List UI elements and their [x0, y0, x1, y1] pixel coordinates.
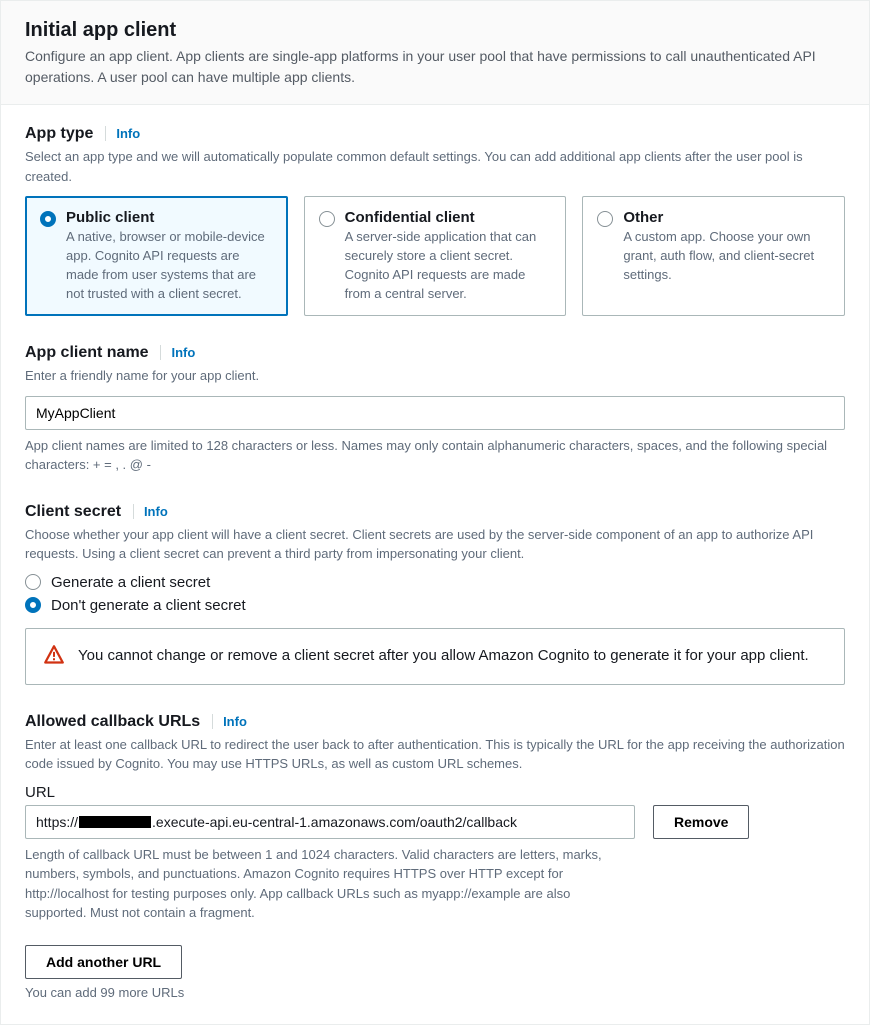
app-client-name-input[interactable] — [25, 396, 845, 430]
tile-title: Public client — [66, 209, 273, 226]
callback-urls-info-link[interactable]: Info — [212, 714, 247, 729]
add-url-button[interactable]: Add another URL — [25, 945, 182, 979]
tile-other[interactable]: Other A custom app. Choose your own gran… — [582, 196, 845, 316]
radio-dont-generate-secret[interactable]: Don't generate a client secret — [25, 597, 845, 614]
client-secret-warning: You cannot change or remove a client sec… — [25, 628, 845, 685]
page-subtitle: Configure an app client. App clients are… — [25, 46, 845, 88]
radio-label: Don't generate a client secret — [51, 597, 246, 614]
app-type-helper: Select an app type and we will automatic… — [25, 147, 845, 186]
tile-title: Confidential client — [345, 209, 552, 226]
remove-url-button[interactable]: Remove — [653, 805, 749, 839]
app-type-info-link[interactable]: Info — [105, 126, 140, 141]
callback-url-constraint: Length of callback URL must be between 1… — [25, 845, 635, 923]
page-title: Initial app client — [25, 19, 845, 42]
client-secret-info-link[interactable]: Info — [133, 504, 168, 519]
panel-header: Initial app client Configure an app clie… — [1, 1, 869, 105]
app-type-tiles: Public client A native, browser or mobil… — [25, 196, 845, 316]
warning-icon — [44, 645, 64, 668]
callback-urls-helper: Enter at least one callback URL to redir… — [25, 735, 845, 774]
callback-urls-title: Allowed callback URLs — [25, 713, 200, 730]
section-client-secret: Client secret Info Choose whether your a… — [25, 503, 845, 685]
radio-generate-secret[interactable]: Generate a client secret — [25, 574, 845, 591]
tile-title: Other — [623, 209, 830, 226]
app-client-name-helper: Enter a friendly name for your app clien… — [25, 366, 845, 386]
radio-icon — [25, 574, 41, 590]
radio-icon — [40, 211, 56, 227]
app-client-name-info-link[interactable]: Info — [160, 345, 195, 360]
radio-icon — [25, 597, 41, 613]
warning-text: You cannot change or remove a client sec… — [78, 645, 809, 668]
section-app-type: App type Info Select an app type and we … — [25, 125, 845, 316]
radio-icon — [597, 211, 613, 227]
app-client-name-constraint: App client names are limited to 128 char… — [25, 436, 845, 475]
section-app-client-name: App client name Info Enter a friendly na… — [25, 344, 845, 475]
tile-desc: A custom app. Choose your own grant, aut… — [623, 228, 830, 285]
initial-app-client-panel: Initial app client Configure an app clie… — [0, 0, 870, 1025]
tile-confidential-client[interactable]: Confidential client A server-side applic… — [304, 196, 567, 316]
app-type-title: App type — [25, 125, 93, 142]
radio-label: Generate a client secret — [51, 574, 210, 591]
section-callback-urls: Allowed callback URLs Info Enter at leas… — [25, 713, 845, 1000]
client-secret-title: Client secret — [25, 503, 121, 520]
tile-desc: A native, browser or mobile-device app. … — [66, 228, 273, 303]
app-client-name-title: App client name — [25, 344, 149, 361]
url-field-label: URL — [25, 784, 845, 801]
client-secret-helper: Choose whether your app client will have… — [25, 525, 845, 564]
add-url-note: You can add 99 more URLs — [25, 985, 845, 1000]
radio-icon — [319, 211, 335, 227]
tile-desc: A server-side application that can secur… — [345, 228, 552, 303]
callback-url-input[interactable] — [25, 805, 635, 839]
tile-public-client[interactable]: Public client A native, browser or mobil… — [25, 196, 288, 316]
